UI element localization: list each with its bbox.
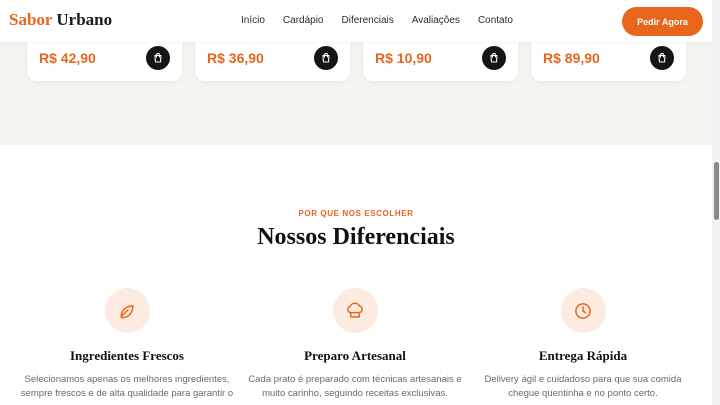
add-to-cart-button[interactable]: [146, 46, 170, 70]
shopping-bag-icon: [490, 53, 498, 63]
shopping-bag-icon: [322, 53, 330, 63]
product-price: R$ 10,90: [375, 50, 432, 66]
feature-description: Cada prato é preparado com técnicas arte…: [248, 374, 462, 399]
nav-link-inicio[interactable]: Início: [241, 15, 265, 26]
feature-description: Delivery ágil e cuidadoso para que sua c…: [484, 374, 682, 399]
brand-name-part1: Sabor: [9, 10, 53, 29]
feature-description: Selecionamos apenas os melhores ingredie…: [20, 374, 234, 399]
product-price: R$ 89,90: [543, 50, 600, 66]
feature-title: Entrega Rápida: [538, 348, 628, 363]
feature-card: Preparo Artesanal Cada prato é preparado…: [240, 288, 470, 401]
feature-title: Preparo Artesanal: [304, 348, 406, 363]
section-title: Nossos Diferenciais: [257, 224, 455, 250]
brand-name-part2: Urbano: [56, 10, 113, 29]
nav-links: Início Cardápio Diferenciais Avaliações …: [241, 15, 513, 26]
scrollbar-thumb[interactable]: [714, 162, 719, 220]
add-to-cart-button[interactable]: [650, 46, 674, 70]
feature-title: Ingredientes Frescos: [70, 348, 184, 363]
leaf-icon: [120, 304, 134, 318]
add-to-cart-button[interactable]: [482, 46, 506, 70]
shopping-bag-icon: [154, 53, 162, 63]
page-scrollbar[interactable]: [712, 0, 720, 405]
product-price: R$ 42,90: [39, 50, 96, 66]
feature-icon-circle: [332, 288, 378, 333]
nav-link-contato[interactable]: Contato: [478, 15, 513, 26]
nav-link-cardapio[interactable]: Cardápio: [283, 15, 324, 26]
feature-icon-circle: [560, 288, 606, 333]
feature-card: Entrega Rápida Delivery ágil e cuidadoso…: [468, 288, 698, 401]
feature-card: Ingredientes Frescos Selecionamos apenas…: [12, 288, 242, 401]
feature-icon-circle: [104, 288, 150, 333]
section-eyebrow: POR QUE NOS ESCOLHER: [298, 209, 414, 218]
nav-link-avaliacoes[interactable]: Avaliações: [412, 15, 460, 26]
order-now-button[interactable]: Pedir Agora: [622, 7, 703, 36]
navbar: Sabor Urbano Início Cardápio Diferenciai…: [0, 0, 712, 42]
product-price: R$ 36,90: [207, 50, 264, 66]
shopping-bag-icon: [658, 53, 666, 63]
chef-hat-icon: [347, 302, 363, 318]
clock-icon: [575, 302, 591, 319]
add-to-cart-button[interactable]: [314, 46, 338, 70]
nav-link-diferenciais[interactable]: Diferenciais: [342, 15, 394, 26]
brand-logo[interactable]: Sabor Urbano: [9, 10, 112, 30]
